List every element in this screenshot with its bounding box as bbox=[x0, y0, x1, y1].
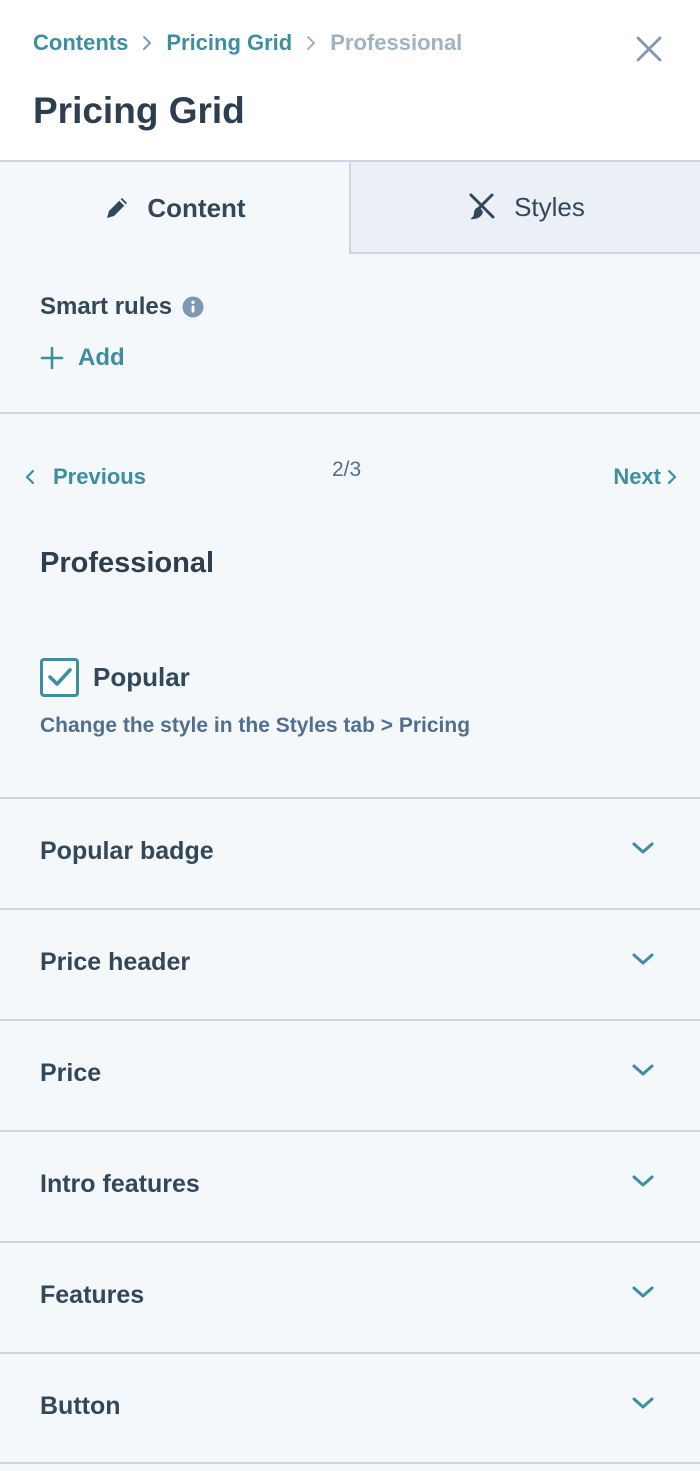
close-button[interactable] bbox=[630, 32, 668, 70]
page-title: Pricing Grid bbox=[33, 90, 245, 131]
popular-checkbox[interactable] bbox=[40, 657, 79, 697]
chevron-down-icon bbox=[631, 1396, 655, 1410]
pencil-icon bbox=[103, 194, 131, 222]
chevron-down-icon bbox=[631, 1174, 655, 1188]
previous-label: Previous bbox=[53, 464, 146, 489]
breadcrumb: Contents Pricing Grid Professional bbox=[33, 28, 462, 58]
section-label: Intro features bbox=[40, 1170, 200, 1198]
checkmark-icon bbox=[47, 668, 72, 686]
chevron-right-icon bbox=[667, 469, 677, 485]
chevron-right-icon bbox=[292, 35, 330, 51]
section-popular-badge[interactable]: Popular badge bbox=[0, 797, 700, 907]
divider bbox=[0, 1462, 700, 1464]
tab-content-label: Content bbox=[147, 192, 246, 223]
section-button[interactable]: Button bbox=[0, 1352, 700, 1462]
section-label: Features bbox=[40, 1281, 145, 1309]
add-smart-rule-button[interactable]: Add bbox=[40, 344, 125, 372]
paintbrush-icon bbox=[466, 191, 498, 223]
divider bbox=[0, 412, 700, 414]
plus-icon bbox=[40, 346, 64, 370]
breadcrumb-item-pricing-grid[interactable]: Pricing Grid bbox=[166, 30, 292, 56]
chevron-down-icon bbox=[631, 952, 655, 966]
info-icon[interactable] bbox=[182, 296, 204, 318]
item-title: Professional bbox=[40, 547, 215, 579]
tab-styles-label: Styles bbox=[514, 191, 585, 222]
page-count: 2/3 bbox=[332, 458, 362, 481]
breadcrumb-item-contents[interactable]: Contents bbox=[33, 30, 128, 56]
section-label: Popular badge bbox=[40, 837, 214, 865]
section-price[interactable]: Price bbox=[0, 1019, 700, 1129]
tab-bar: Content Styles bbox=[0, 162, 700, 254]
chevron-left-icon bbox=[25, 469, 35, 485]
tab-styles[interactable]: Styles bbox=[351, 162, 700, 254]
panel-header: Contents Pricing Grid Professional Prici… bbox=[0, 0, 700, 162]
popular-help-text: Change the style in the Styles tab > Pri… bbox=[40, 714, 471, 737]
section-intro-features[interactable]: Intro features bbox=[0, 1130, 700, 1240]
previous-button[interactable]: Previous bbox=[25, 464, 146, 490]
section-price-header[interactable]: Price header bbox=[0, 908, 700, 1018]
chevron-right-icon bbox=[128, 35, 166, 51]
smart-rules-text: Smart rules bbox=[40, 293, 173, 320]
section-label: Price bbox=[40, 1059, 102, 1087]
chevron-down-icon bbox=[631, 1063, 655, 1077]
breadcrumb-item-current: Professional bbox=[330, 30, 463, 55]
next-label: Next bbox=[613, 464, 661, 489]
section-features[interactable]: Features bbox=[0, 1241, 700, 1351]
next-button[interactable]: Next bbox=[613, 464, 677, 490]
popular-label: Popular bbox=[93, 661, 190, 692]
popular-checkbox-row[interactable]: Popular bbox=[40, 657, 190, 697]
close-icon bbox=[636, 36, 662, 67]
smart-rules-label: Smart rules bbox=[40, 293, 204, 321]
section-label: Price header bbox=[40, 948, 191, 976]
chevron-down-icon bbox=[631, 1285, 655, 1299]
chevron-down-icon bbox=[631, 841, 655, 855]
tab-content[interactable]: Content bbox=[0, 162, 351, 254]
add-label: Add bbox=[78, 344, 125, 371]
section-label: Button bbox=[40, 1392, 121, 1420]
